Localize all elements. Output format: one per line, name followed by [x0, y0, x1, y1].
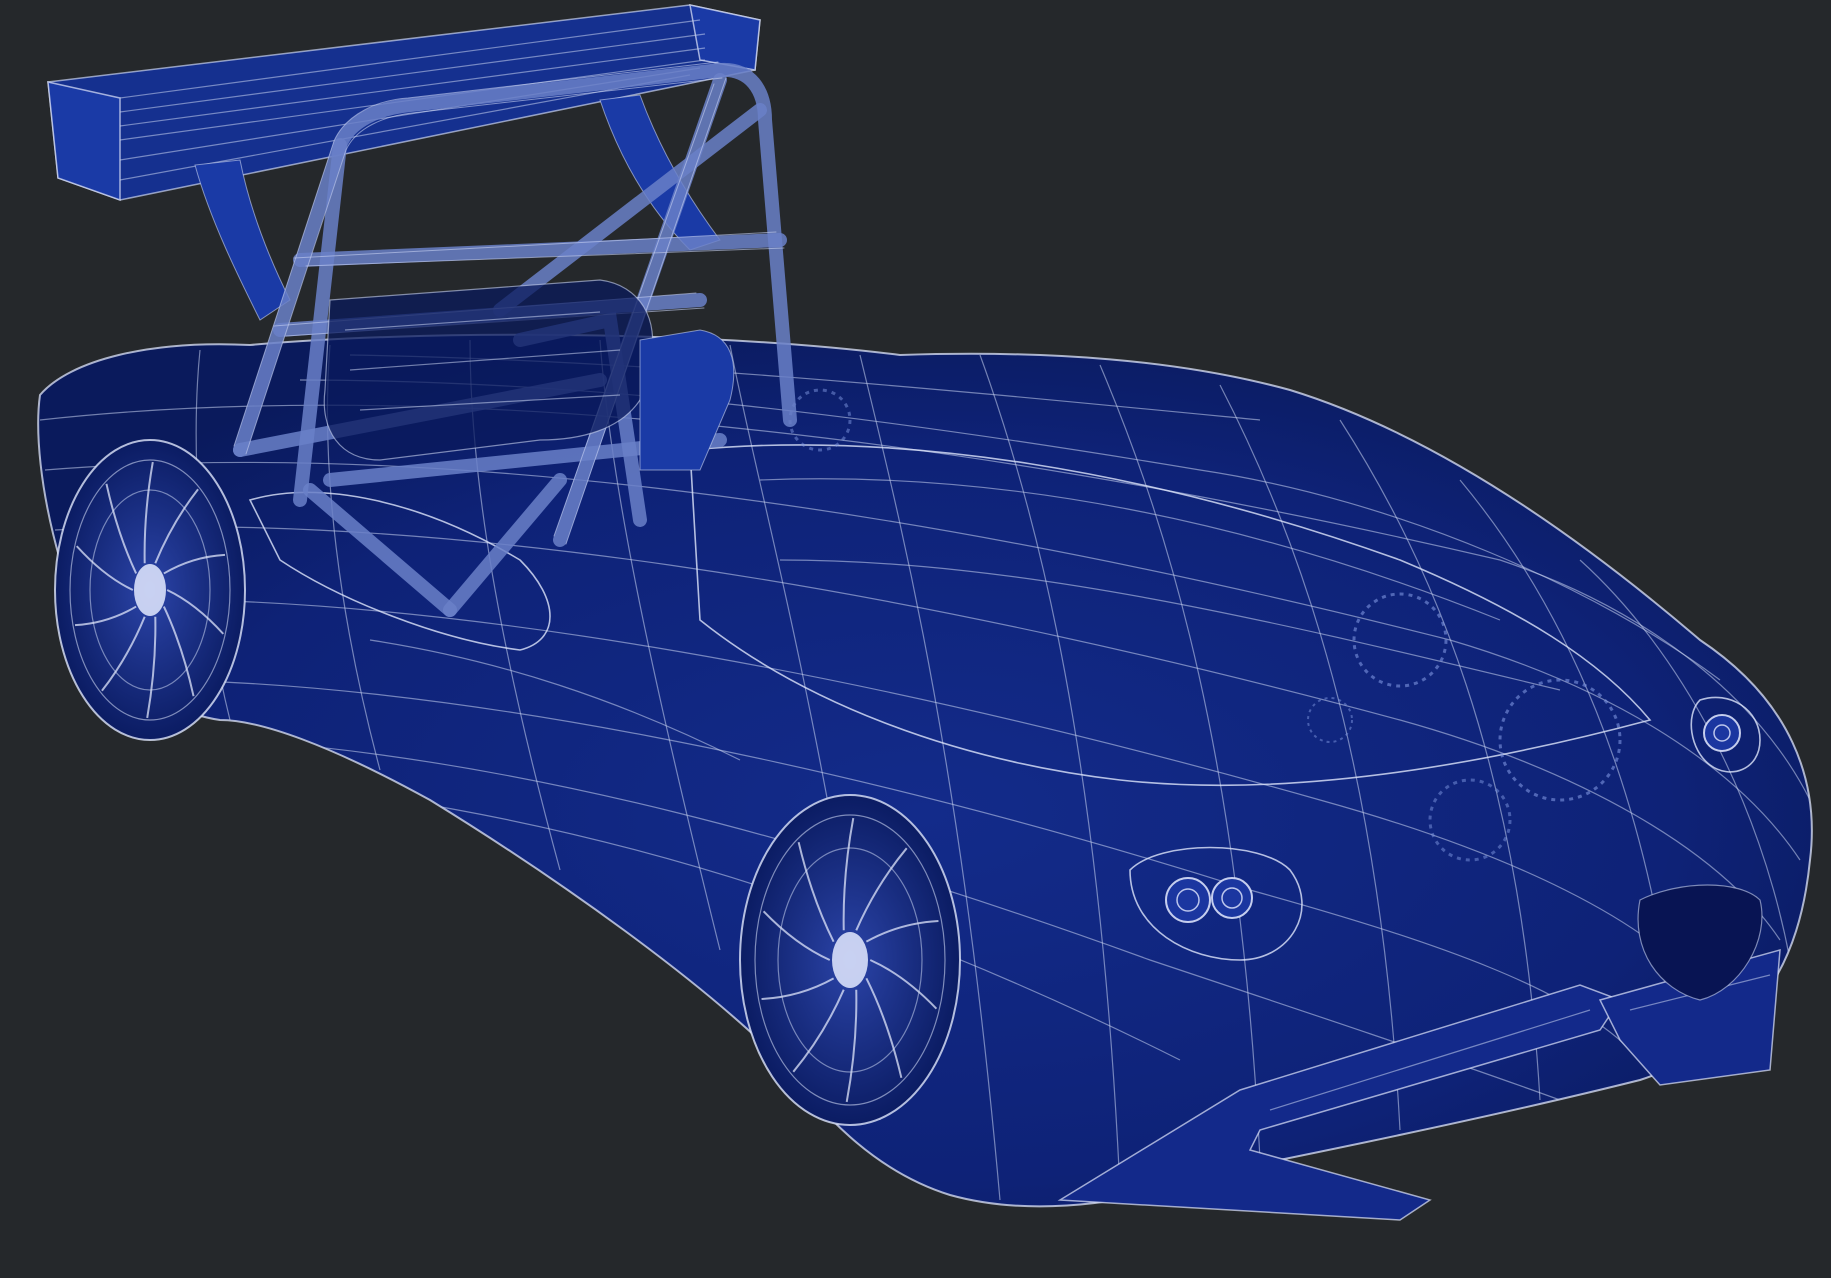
- 3d-viewport[interactable]: [0, 0, 1831, 1278]
- rear-wheel: [54, 439, 246, 741]
- car-wireframe-model[interactable]: [0, 0, 1831, 1278]
- front-wheel: [739, 794, 961, 1126]
